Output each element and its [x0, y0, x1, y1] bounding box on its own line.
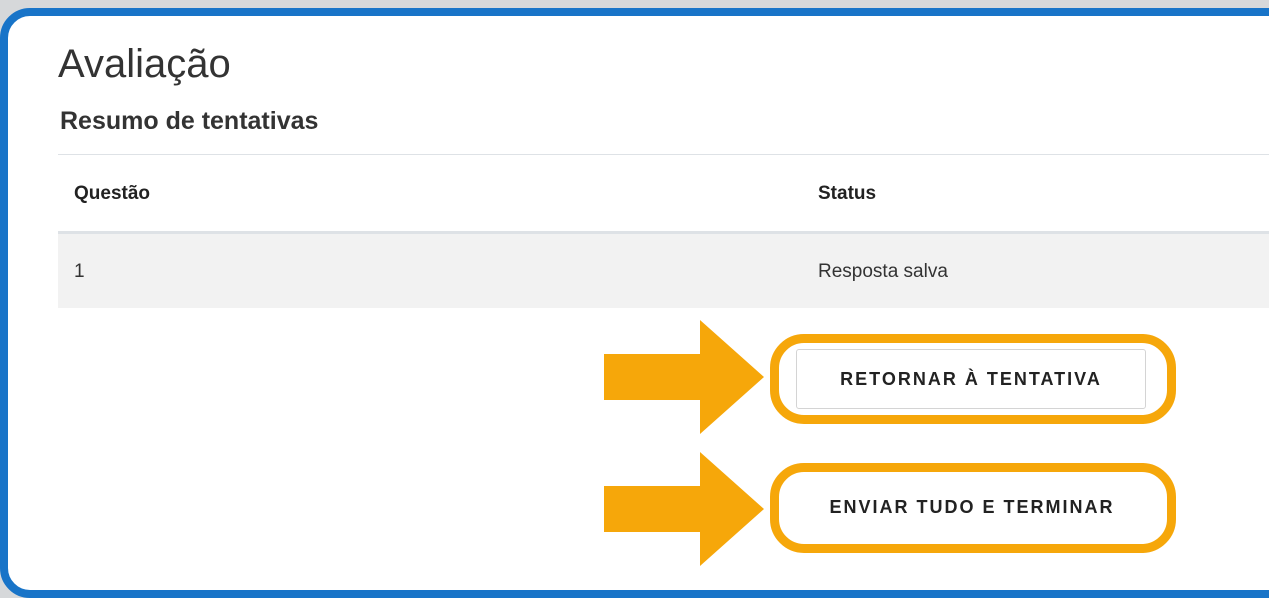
arrow-right-icon — [604, 320, 764, 434]
page-title: Avaliação — [58, 42, 231, 86]
column-header-status: Status — [818, 183, 877, 204]
column-header-question: Questão — [74, 183, 151, 204]
submit-all-and-finish-button[interactable]: ENVIAR TUDO E TERMINAR — [790, 477, 1154, 537]
table-header: Questão Status — [58, 155, 1269, 234]
return-to-attempt-button[interactable]: RETORNAR À TENTATIVA — [796, 349, 1146, 409]
table-row: 1 Resposta salva — [58, 234, 1269, 308]
question-number-cell: 1 — [74, 261, 85, 282]
attempt-summary-table: Questão Status 1 Resposta salva — [58, 154, 1269, 308]
attempt-summary-heading: Resumo de tentativas — [60, 107, 319, 135]
arrow-right-icon — [604, 452, 764, 566]
status-cell: Resposta salva — [818, 261, 948, 282]
